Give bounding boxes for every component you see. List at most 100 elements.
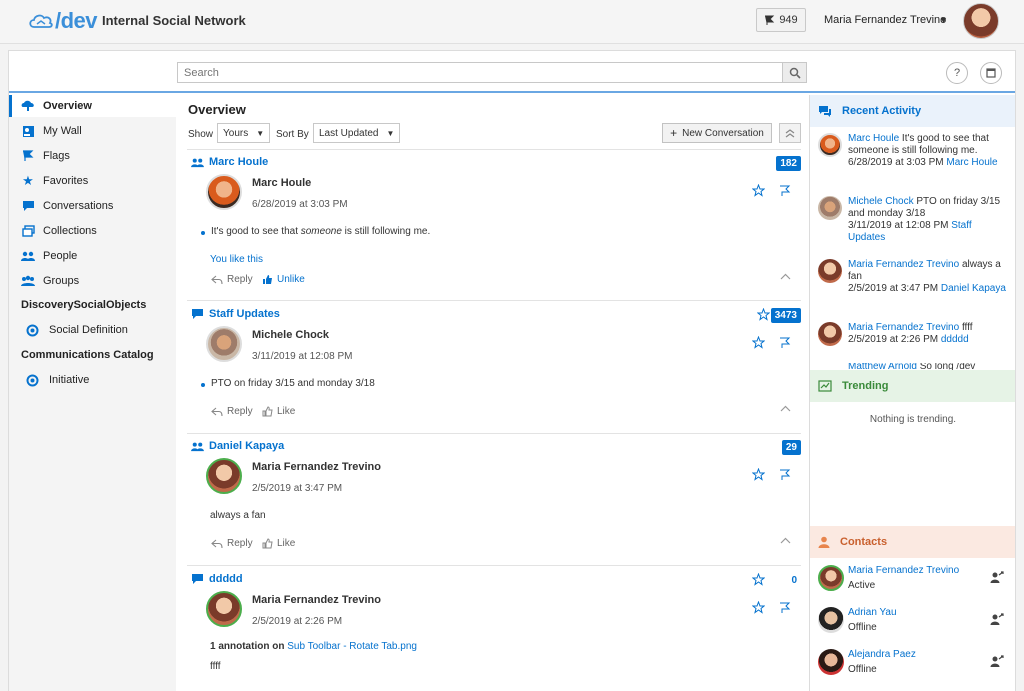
contact-action-button[interactable]: [990, 655, 1004, 670]
flag-outline-icon: [780, 602, 791, 613]
collapse-button[interactable]: [780, 271, 791, 283]
flags-button[interactable]: 949: [756, 8, 806, 32]
conversation-title[interactable]: Daniel Kapaya: [191, 440, 284, 452]
double-chevron-up-icon: [785, 129, 795, 138]
contact-name[interactable]: Alejandra Paez: [848, 649, 916, 660]
help-icon: ?: [953, 67, 961, 79]
nav-item-social-definition[interactable]: Social Definition: [9, 319, 176, 341]
sort-label: Sort By: [276, 129, 309, 140]
favorite-button[interactable]: [751, 467, 766, 484]
activity-item[interactable]: Michele Chock PTO on friday 3/15 and mon…: [816, 196, 1012, 256]
favorite-button[interactable]: [751, 335, 766, 352]
message-count-badge: 0: [791, 575, 797, 586]
avatar[interactable]: [206, 174, 242, 210]
activity-text: Marc Houle It's good to see that someone…: [848, 133, 998, 168]
user-menu[interactable]: Maria Fernandez Trevino: [824, 14, 946, 26]
conversation-title[interactable]: Staff Updates: [191, 308, 280, 320]
conversation-name: Marc Houle: [209, 156, 269, 168]
favorite-button[interactable]: [751, 183, 766, 200]
contact-action-button[interactable]: [990, 571, 1004, 586]
activity-item[interactable]: Maria Fernandez Trevino ffff 2/5/2019 at …: [816, 322, 1012, 362]
flag-button[interactable]: [779, 185, 791, 200]
chevron-up-icon: [780, 405, 791, 412]
contact-name[interactable]: Maria Fernandez Trevino: [848, 565, 959, 576]
avatar[interactable]: [206, 326, 242, 362]
show-select[interactable]: Yours ▼: [217, 123, 271, 143]
favorite-button[interactable]: [751, 572, 766, 589]
collapse-all-button[interactable]: [779, 123, 801, 143]
flag-button[interactable]: [779, 602, 791, 617]
nav-item-flags[interactable]: Flags: [9, 145, 176, 167]
search-input[interactable]: [177, 62, 783, 83]
chevron-up-icon: [780, 537, 791, 544]
contact-item[interactable]: Alejandra Paez Offline: [816, 649, 1012, 685]
star-outline-icon: [756, 307, 771, 321]
user-connect-icon: [990, 655, 1004, 667]
reply-button[interactable]: Reply: [211, 538, 253, 549]
trending-chart-icon: [818, 380, 832, 392]
avatar: [818, 196, 842, 220]
nav-item-overview[interactable]: Overview: [9, 95, 176, 117]
nav-item-collections[interactable]: Collections: [9, 220, 176, 242]
activity-item[interactable]: Marc Houle It's good to see that someone…: [816, 133, 1012, 193]
you-like-this[interactable]: You like this: [210, 254, 263, 265]
new-conversation-button[interactable]: + New Conversation: [662, 123, 772, 143]
sort-select[interactable]: Last Updated ▼: [313, 123, 401, 143]
reply-button[interactable]: Reply: [211, 406, 253, 417]
top-bar: /dev Internal Social Network 949 Maria F…: [0, 0, 1024, 44]
conversation-title[interactable]: ddddd: [191, 573, 243, 585]
like-button[interactable]: Like: [262, 406, 295, 417]
activity-item[interactable]: Maria Fernandez Trevino always a fan 2/5/…: [816, 259, 1012, 319]
caret-down-icon[interactable]: ▼: [939, 15, 948, 25]
annotation-link[interactable]: Sub Toolbar - Rotate Tab.png: [287, 641, 417, 652]
app-logo[interactable]: /dev: [28, 8, 98, 34]
nav-item-groups[interactable]: Groups: [9, 270, 176, 292]
nav-item-favorites[interactable]: ★ Favorites: [9, 170, 176, 192]
favorite-button[interactable]: [756, 307, 771, 324]
contact-item[interactable]: Adrian Yau Offline: [816, 607, 1012, 643]
conversation-title[interactable]: Marc Houle: [191, 156, 268, 168]
social-object-icon: [25, 373, 39, 387]
avatar: [818, 607, 844, 633]
contact-name[interactable]: Adrian Yau: [848, 607, 897, 618]
avatar[interactable]: [206, 458, 242, 494]
contact-action-button[interactable]: [990, 613, 1004, 628]
conversation-feed: Overview Show Yours ▼ Sort By Last Updat…: [177, 95, 809, 691]
nav-item-conversations[interactable]: Conversations: [9, 195, 176, 217]
nav-item-initiative[interactable]: Initiative: [9, 369, 176, 391]
post-author[interactable]: Maria Fernandez Trevino: [252, 594, 381, 606]
nav-label: Overview: [43, 100, 92, 112]
flag-button[interactable]: [779, 469, 791, 484]
post-author[interactable]: Michele Chock: [252, 329, 329, 341]
post-author[interactable]: Maria Fernandez Trevino: [252, 461, 381, 473]
flag-outline-icon: [780, 469, 791, 480]
show-label: Show: [188, 129, 214, 140]
window-button[interactable]: [980, 62, 1002, 84]
contacts-header: Contacts: [810, 526, 1015, 558]
unlike-button[interactable]: Unlike: [262, 274, 305, 285]
post-author[interactable]: Marc Houle: [252, 177, 311, 189]
avatar[interactable]: [206, 591, 242, 627]
collapse-button[interactable]: [780, 403, 791, 415]
avatar: [818, 565, 844, 591]
collapse-button[interactable]: [780, 535, 791, 547]
social-object-icon: [25, 323, 39, 337]
search-button[interactable]: [783, 62, 807, 83]
help-button[interactable]: ?: [946, 62, 968, 84]
user-avatar[interactable]: [963, 3, 999, 39]
nav-section-communications: Communications Catalog: [21, 349, 154, 361]
divider: [187, 300, 801, 301]
like-button[interactable]: Like: [262, 538, 295, 549]
post-time: 6/28/2019 at 3:03 PM: [252, 199, 348, 210]
nav-item-my-wall[interactable]: My Wall: [9, 120, 176, 142]
avatar: [818, 133, 842, 157]
collections-icon: [21, 224, 35, 238]
search-bar: ?: [9, 51, 1015, 93]
contact-item[interactable]: Maria Fernandez Trevino Active: [816, 565, 1012, 601]
flag-button[interactable]: [779, 337, 791, 352]
reply-button[interactable]: Reply: [211, 274, 253, 285]
nav-item-people[interactable]: People: [9, 245, 176, 267]
people-icon: [191, 158, 204, 167]
favorite-button[interactable]: [751, 600, 766, 617]
nav-label: Initiative: [49, 374, 90, 386]
